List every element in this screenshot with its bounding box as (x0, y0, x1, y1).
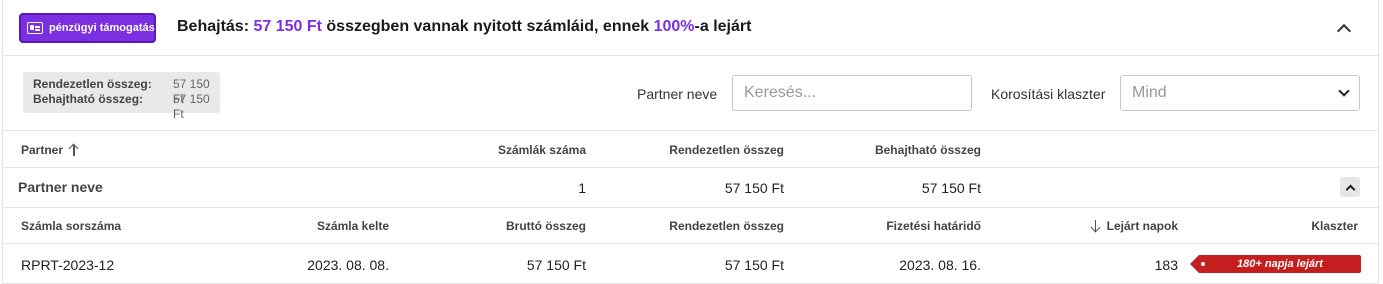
partner-filter-label: Partner neve (637, 86, 718, 102)
badge-label: pénzügyi támogatás (49, 22, 155, 34)
partner-collectible-amount: 57 150 Ft (921, 180, 981, 196)
financial-support-badge[interactable]: pénzügyi támogatás (19, 13, 156, 43)
invoice-count-column-header[interactable]: Számlák száma (498, 143, 586, 157)
id-card-icon (27, 22, 43, 34)
chevron-down-icon (1338, 84, 1350, 97)
invoice-number[interactable]: RPRT-2023-12 (21, 257, 114, 273)
invoice-issue-date: 2023. 08. 08. (307, 257, 389, 273)
collapse-button[interactable] (1332, 16, 1356, 40)
invoice-number-column-header[interactable]: Számla sorszáma (21, 219, 121, 233)
title-percent: 100% (653, 18, 695, 35)
page-title: Behajtás: 57 150 Ft összegben vannak nyi… (177, 18, 751, 36)
title-amount: 57 150 Ft (253, 18, 322, 35)
unsettled-sum-label: Rendezetlen összeg: (33, 77, 152, 91)
cluster-filter-label: Korosítási klaszter (991, 86, 1106, 102)
divider (3, 167, 1378, 168)
partner-column-header[interactable]: Partner (21, 143, 79, 157)
gross-amount-column-header[interactable]: Bruttó összeg (506, 219, 586, 233)
divider (3, 207, 1378, 208)
invoice-unsettled-amount: 57 150 Ft (724, 257, 784, 273)
cluster-select[interactable]: Mind (1120, 75, 1360, 111)
due-date-column-header[interactable]: Fizetési határidő (886, 219, 981, 233)
tag-hole-icon (1201, 262, 1205, 266)
title-suffix: -a lejárt (694, 18, 752, 35)
divider (3, 130, 1378, 131)
partner-search-input[interactable] (732, 75, 972, 111)
panel-header[interactable]: pénzügyi támogatás Behajtás: 57 150 Ft ö… (3, 0, 1378, 56)
cluster-column-header[interactable]: Klaszter (1311, 219, 1358, 233)
overdue-days-header-label: Lejárt napok (1106, 219, 1178, 233)
cluster-tag: 180+ napja lejárt (1190, 255, 1361, 273)
unsettled-amount-column-header[interactable]: Rendezetlen összeg (669, 219, 784, 233)
cluster-select-value: Mind (1132, 84, 1167, 101)
collection-panel: pénzügyi támogatás Behajtás: 57 150 Ft ö… (2, 0, 1379, 284)
invoice-gross-amount: 57 150 Ft (526, 257, 586, 273)
partner-invoice-count: 1 (578, 180, 586, 196)
summary-box: Rendezetlen összeg: 57 150 Ft Behajtható… (23, 72, 220, 121)
cluster-tag-label: 180+ napja lejárt (1237, 258, 1323, 270)
chevron-up-icon (1345, 184, 1355, 194)
collectible-column-header[interactable]: Behajtható összeg (875, 143, 981, 157)
collectible-sum-value: 57 150 Ft (173, 92, 210, 121)
divider (3, 243, 1378, 244)
partner-group-name[interactable]: Partner neve (18, 179, 103, 195)
title-prefix: Behajtás: (177, 18, 254, 35)
chevron-up-icon (1336, 23, 1352, 38)
issue-date-column-header[interactable]: Számla kelte (317, 219, 389, 233)
partner-header-label: Partner (21, 143, 64, 157)
title-middle: összegben vannak nyitott számláid, ennek (321, 18, 654, 35)
sort-descending-icon (1091, 220, 1101, 232)
sort-ascending-icon (69, 144, 79, 156)
invoice-due-date: 2023. 08. 16. (899, 257, 981, 273)
invoice-overdue-days: 183 (1154, 257, 1178, 273)
group-collapse-button[interactable] (1340, 177, 1360, 197)
partner-unsettled-amount: 57 150 Ft (724, 180, 784, 196)
unsettled-column-header[interactable]: Rendezetlen összeg (669, 143, 784, 157)
collectible-sum-label: Behajtható összeg: (33, 92, 144, 106)
overdue-days-column-header[interactable]: Lejárt napok (1091, 219, 1178, 233)
